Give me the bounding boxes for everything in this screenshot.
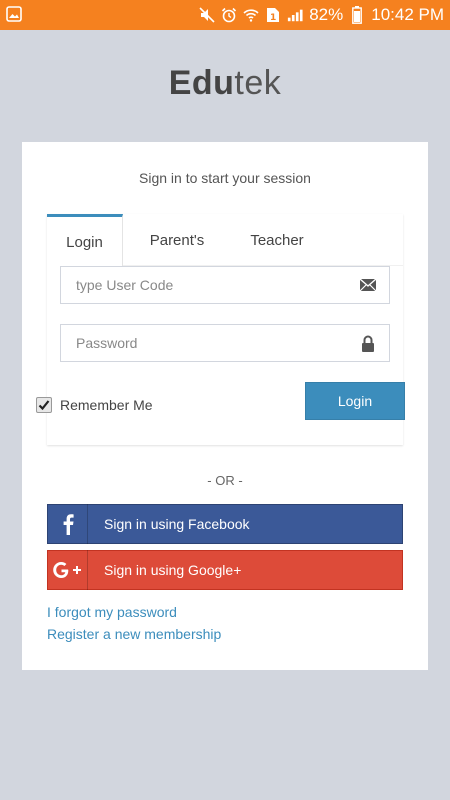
mute-icon bbox=[199, 6, 215, 24]
battery-icon bbox=[349, 6, 365, 24]
sim-icon: 1 bbox=[265, 6, 281, 24]
status-icons: 1 82% 10:42 PM bbox=[199, 0, 444, 30]
login-card: Sign in to start your session Login Pare… bbox=[22, 142, 428, 670]
password-input[interactable] bbox=[61, 325, 389, 361]
login-message: Sign in to start your session bbox=[139, 170, 311, 186]
tab-login[interactable]: Login bbox=[47, 214, 123, 267]
logo-light: tek bbox=[234, 64, 282, 102]
logo-bold: Edu bbox=[168, 64, 235, 102]
google-plus-icon bbox=[48, 550, 88, 590]
forgot-password-link[interactable]: I forgot my password bbox=[47, 604, 177, 620]
remember-me-label: Remember Me bbox=[60, 397, 153, 413]
alarm-icon bbox=[221, 6, 237, 24]
remember-me-checkbox[interactable] bbox=[36, 397, 52, 413]
clock: 10:42 PM bbox=[371, 5, 444, 24]
facebook-icon bbox=[48, 504, 88, 544]
google-signin-button[interactable]: Sign in using Google+ bbox=[47, 550, 403, 590]
password-field bbox=[60, 324, 390, 362]
signal-icon bbox=[287, 6, 303, 24]
app-logo: Edutek bbox=[0, 64, 450, 103]
image-icon bbox=[6, 6, 22, 22]
envelope-icon bbox=[359, 276, 377, 294]
user-code-field bbox=[60, 266, 390, 304]
battery-percent: 82% bbox=[309, 5, 344, 24]
facebook-signin-button[interactable]: Sign in using Facebook bbox=[47, 504, 403, 544]
google-signin-label: Sign in using Google+ bbox=[104, 562, 242, 578]
tab-parents[interactable]: Parent's bbox=[137, 214, 217, 266]
lock-icon bbox=[359, 334, 377, 352]
register-link[interactable]: Register a new membership bbox=[47, 626, 221, 642]
status-bar: 1 82% 10:42 PM bbox=[0, 0, 450, 30]
login-tabs-panel: Login Parent's Teacher Remember Me Login bbox=[36, 214, 405, 445]
svg-text:1: 1 bbox=[270, 13, 276, 23]
tab-teacher[interactable]: Teacher bbox=[237, 214, 317, 266]
user-code-input[interactable] bbox=[61, 267, 389, 303]
facebook-signin-label: Sign in using Facebook bbox=[104, 516, 250, 532]
check-icon bbox=[38, 400, 50, 411]
wifi-icon bbox=[243, 6, 259, 24]
or-divider: - OR - bbox=[207, 473, 243, 488]
login-button[interactable]: Login bbox=[305, 382, 405, 420]
tab-bar: Login Parent's Teacher bbox=[47, 214, 403, 267]
remember-me[interactable]: Remember Me bbox=[36, 397, 153, 413]
